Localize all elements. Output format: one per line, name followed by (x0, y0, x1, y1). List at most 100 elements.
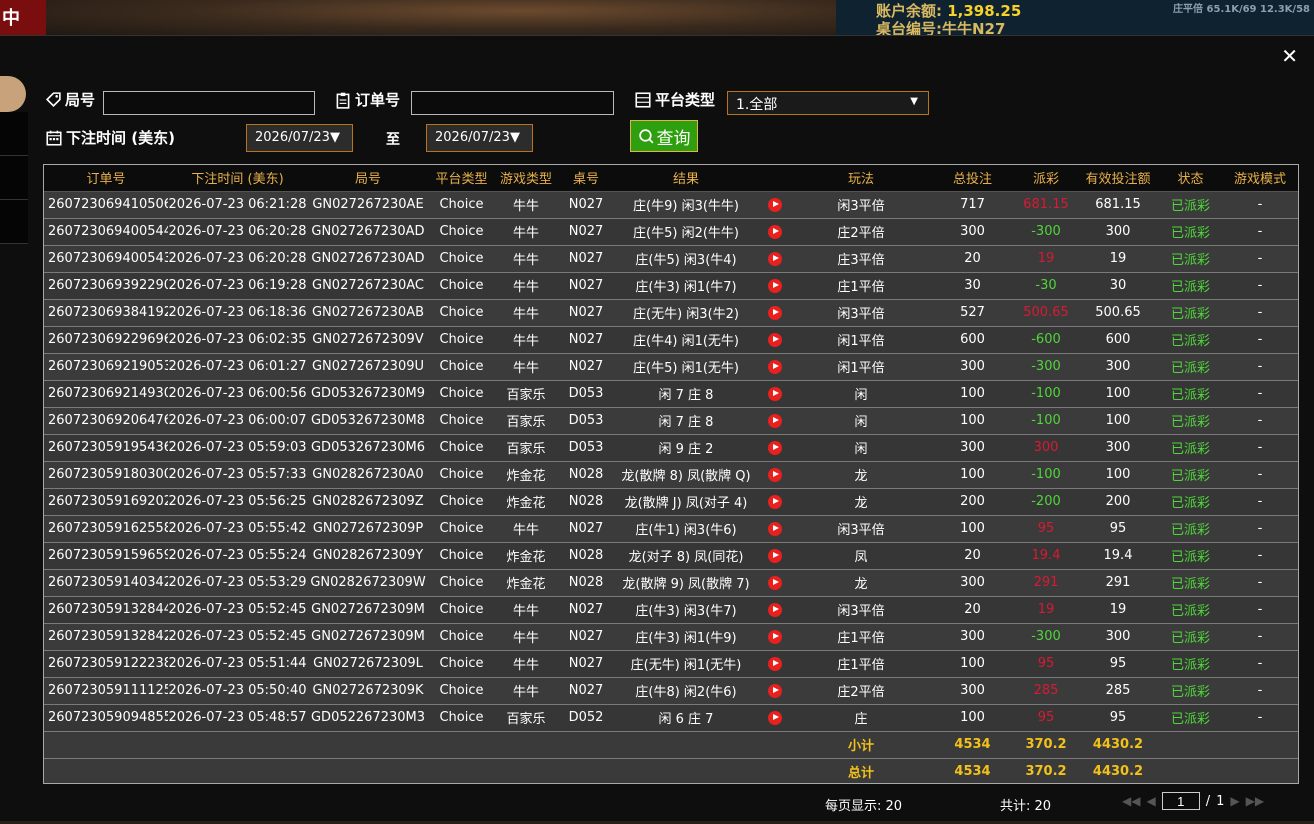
video-cell[interactable] (758, 650, 792, 678)
close-icon[interactable]: ✕ (1281, 44, 1298, 68)
header-col-status: 状态 (1159, 165, 1222, 192)
round-id-cell: GN027267230AC (307, 272, 429, 300)
play-video-icon[interactable] (768, 359, 782, 374)
date-to-picker[interactable]: 2026/07/23▼ (426, 124, 533, 152)
close-button[interactable]: ✕ (1281, 46, 1298, 66)
order-id-cell: 260723069214930 (44, 380, 168, 408)
play-video-icon[interactable] (768, 521, 782, 536)
play-video-icon[interactable] (768, 386, 782, 401)
video-cell[interactable] (758, 407, 792, 435)
video-cell[interactable] (758, 326, 792, 354)
play-video-icon[interactable] (768, 494, 782, 509)
video-cell[interactable] (758, 299, 792, 327)
game-type-cell: 牛牛 (494, 515, 558, 543)
side-tab[interactable] (0, 200, 28, 244)
next-page-icon[interactable]: ▶ (1230, 794, 1239, 808)
side-tab-active[interactable] (0, 76, 26, 112)
table-row: 260723069410506 2026-07-23 06:21:28 GN0272… (44, 191, 1298, 219)
side-tab[interactable] (0, 112, 28, 156)
table-row: 260723069229696 2026-07-23 06:02:35 GN0272… (44, 326, 1298, 354)
prev-page-icon[interactable]: ◀ (1146, 794, 1155, 808)
result-cell: 龙(散牌 J) 凤(对子 4) (614, 488, 758, 516)
date-from-picker[interactable]: 2026/07/23▼ (246, 124, 353, 152)
platform-cell: Choice (429, 515, 494, 543)
result-cell: 庄(无牛) 闲3(牛2) (614, 299, 758, 327)
total-bet-cell: 30 (930, 272, 1015, 300)
valid-bet-cell: 19 (1077, 596, 1159, 624)
order-id-cell: 260723069229696 (44, 326, 168, 354)
play-type-cell: 龙 (792, 569, 930, 597)
video-cell[interactable] (758, 461, 792, 489)
page-number-input[interactable] (1161, 792, 1200, 810)
play-video-icon[interactable] (768, 251, 782, 266)
bet-time-cell: 2026-07-23 06:02:35 (168, 326, 307, 354)
play-type-cell: 庄2平倍 (792, 677, 930, 705)
total-bet-cell: 600 (930, 326, 1015, 354)
play-video-icon[interactable] (768, 305, 782, 320)
play-video-icon[interactable] (768, 224, 782, 239)
query-button[interactable]: 查询 (630, 120, 698, 152)
game-type-cell: 百家乐 (494, 380, 558, 408)
video-cell[interactable] (758, 623, 792, 651)
platform-select[interactable]: 1.全部 ▼ (727, 91, 929, 115)
game-type-cell: 百家乐 (494, 434, 558, 462)
play-video-icon[interactable] (768, 278, 782, 293)
table-id-cell: N027 (558, 299, 614, 327)
play-video-icon[interactable] (768, 467, 782, 482)
pagination-bar: 每页显示: 20 共计: 20 ◀◀ ◀ / 1 ▶ ▶▶ (0, 792, 1314, 820)
payout-cell: -300 (1015, 218, 1077, 246)
video-cell[interactable] (758, 677, 792, 705)
play-video-icon[interactable] (768, 629, 782, 644)
side-tab[interactable] (0, 156, 28, 200)
play-video-icon[interactable] (768, 683, 782, 698)
bet-time-cell: 2026-07-23 06:20:28 (168, 218, 307, 246)
play-video-icon[interactable] (768, 440, 782, 455)
play-video-icon[interactable] (768, 602, 782, 617)
round-id-cell: GN0272672309L (307, 650, 429, 678)
video-cell[interactable] (758, 488, 792, 516)
video-cell[interactable] (758, 272, 792, 300)
game-type-cell: 牛牛 (494, 218, 558, 246)
video-cell[interactable] (758, 353, 792, 381)
round-id-cell: GD052267230M3 (307, 704, 429, 732)
play-video-icon[interactable] (768, 413, 782, 428)
result-cell: 庄(牛5) 闲2(牛牛) (614, 218, 758, 246)
play-video-icon[interactable] (768, 656, 782, 671)
video-cell[interactable] (758, 704, 792, 732)
round-input[interactable] (103, 91, 315, 115)
table-row: 260723059111125 2026-07-23 05:50:40 GN0272… (44, 677, 1298, 705)
video-cell[interactable] (758, 542, 792, 570)
order-input[interactable] (411, 91, 614, 115)
play-video-icon[interactable] (768, 197, 782, 212)
valid-bet-cell: 300 (1077, 623, 1159, 651)
video-cell[interactable] (758, 218, 792, 246)
video-cell[interactable] (758, 380, 792, 408)
last-page-icon[interactable]: ▶▶ (1246, 794, 1264, 808)
payout-cell: -300 (1015, 623, 1077, 651)
video-cell[interactable] (758, 191, 792, 219)
total-bet-cell: 300 (930, 569, 1015, 597)
play-video-icon[interactable] (768, 575, 782, 590)
game-type-cell: 牛牛 (494, 650, 558, 678)
table-row: 260723059159659 2026-07-23 05:55:24 GN0282… (44, 542, 1298, 570)
video-cell[interactable] (758, 569, 792, 597)
total-bet-cell: 20 (930, 245, 1015, 273)
time-filter-label: 下注时间 (美东) (45, 127, 175, 148)
mini-stats: 庄平倍 65.1K/69 12.3K/58 (1173, 4, 1310, 15)
header-col-mode: 游戏模式 (1222, 165, 1298, 192)
video-cell[interactable] (758, 434, 792, 462)
page-count: 1 (1216, 793, 1225, 809)
table-row: 260723059094855 2026-07-23 05:48:57 GD0522… (44, 704, 1298, 732)
play-video-icon[interactable] (768, 332, 782, 347)
table-row: 260723059162558 2026-07-23 05:55:42 GN0272… (44, 515, 1298, 543)
caret-down-icon: ▼ (509, 130, 520, 145)
video-cell[interactable] (758, 596, 792, 624)
play-video-icon[interactable] (768, 548, 782, 563)
subtotal-label: 小计 (792, 731, 930, 759)
total-bet-cell: 100 (930, 515, 1015, 543)
play-video-icon[interactable] (768, 710, 782, 725)
order-id-cell: 260723059140342 (44, 569, 168, 597)
video-cell[interactable] (758, 515, 792, 543)
first-page-icon[interactable]: ◀◀ (1122, 794, 1140, 808)
video-cell[interactable] (758, 245, 792, 273)
